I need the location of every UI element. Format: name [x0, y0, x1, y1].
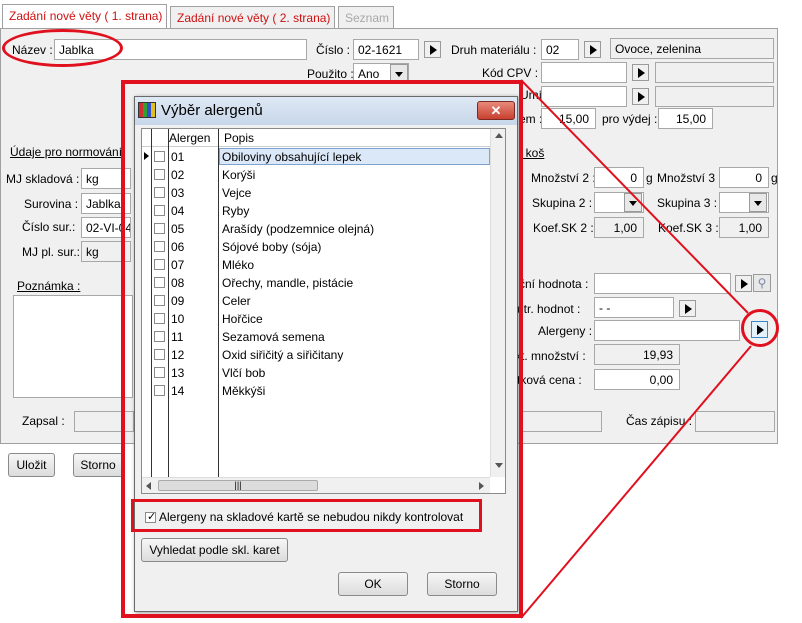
row-description: Ryby: [222, 204, 250, 218]
row-code: 10: [171, 312, 185, 326]
hscroll-thumb[interactable]: |||: [158, 480, 318, 491]
table-row[interactable]: 12 Oxid siřičitý a siřičitany: [142, 346, 490, 364]
table-row[interactable]: 11 Sezamová semena: [142, 328, 490, 346]
row-description: Vlčí bob: [222, 366, 266, 380]
col-popis-header[interactable]: Popis: [224, 131, 254, 145]
row-description: Sójové boby (sója): [222, 240, 322, 254]
row-code: 08: [171, 276, 185, 290]
table-row[interactable]: 06 Sójové boby (sója): [142, 238, 490, 256]
row-code: 09: [171, 294, 185, 308]
grid-header: Alergen Popis: [142, 129, 492, 147]
grid-indicator-divider: [151, 129, 152, 477]
row-description: Hořčice: [222, 312, 263, 326]
row-description: Korýši: [222, 168, 256, 182]
row-code: 14: [171, 384, 185, 398]
table-row[interactable]: 03 Vejce: [142, 184, 490, 202]
row-checkbox[interactable]: [154, 385, 165, 396]
table-row[interactable]: 09 Celer: [142, 292, 490, 310]
row-checkbox[interactable]: [154, 151, 165, 162]
alergeny-dialog: Výběr alergenů ✕ Alergen Popis 01 Obilovi…: [134, 96, 518, 612]
table-row[interactable]: 04 Ryby: [142, 202, 490, 220]
scroll-left-icon[interactable]: [146, 482, 151, 490]
grid-checkbox-divider: [168, 129, 169, 477]
row-checkbox[interactable]: [154, 205, 165, 216]
table-row[interactable]: 14 Měkkýši: [142, 382, 490, 400]
scroll-down-icon[interactable]: [495, 463, 503, 468]
row-checkbox[interactable]: [154, 331, 165, 342]
row-description: Mléko: [222, 258, 255, 272]
search-by-cards-button[interactable]: Vyhledat podle skl. karet: [141, 538, 288, 562]
row-description: Obiloviny obsahující lepek: [222, 150, 362, 164]
row-checkbox[interactable]: [154, 169, 165, 180]
row-code: 07: [171, 258, 185, 272]
app-icon: [138, 102, 156, 118]
row-description: Celer: [222, 294, 251, 308]
row-checkbox[interactable]: [154, 295, 165, 306]
row-checkbox[interactable]: [154, 223, 165, 234]
table-row[interactable]: 02 Korýši: [142, 166, 490, 184]
scroll-up-icon[interactable]: [495, 133, 503, 138]
dialog-storno-button[interactable]: Storno: [427, 572, 497, 596]
table-row[interactable]: 13 Vlčí bob: [142, 364, 490, 382]
close-icon[interactable]: ✕: [477, 101, 515, 120]
row-description: Oxid siřičitý a siřičitany: [222, 348, 344, 362]
dialog-title: Výběr alergenů: [161, 102, 263, 119]
row-checkbox[interactable]: [154, 187, 165, 198]
alergeny-grid[interactable]: Alergen Popis 01 Obiloviny obsahující lep…: [141, 128, 506, 494]
table-row[interactable]: 05 Arašídy (podzemnice olejná): [142, 220, 490, 238]
ok-button[interactable]: OK: [338, 572, 408, 596]
row-checkbox[interactable]: [154, 367, 165, 378]
row-checkbox[interactable]: [154, 277, 165, 288]
table-row[interactable]: 07 Mléko: [142, 256, 490, 274]
row-code: 03: [171, 186, 185, 200]
row-description: Arašídy (podzemnice olejná): [222, 222, 375, 236]
row-description: Měkkýši: [222, 384, 266, 398]
checkmark-icon: ✓: [147, 511, 157, 523]
grid-hscrollbar[interactable]: |||: [142, 477, 490, 493]
row-code: 13: [171, 366, 185, 380]
row-checkbox[interactable]: [154, 313, 165, 324]
row-checkbox[interactable]: [154, 349, 165, 360]
row-checkbox[interactable]: [154, 241, 165, 252]
row-code: 11: [171, 330, 184, 344]
row-code: 01: [171, 150, 185, 164]
table-row[interactable]: 01 Obiloviny obsahující lepek: [142, 148, 490, 166]
row-description: Sezamová semena: [222, 330, 325, 344]
never-check-label: Alergeny na skladové kartě se nebudou ni…: [159, 510, 464, 524]
row-code: 12: [171, 348, 185, 362]
row-checkbox[interactable]: [154, 259, 165, 270]
col-alergen-header[interactable]: Alergen: [169, 131, 210, 145]
scroll-right-icon[interactable]: [479, 482, 484, 490]
grid-col-divider: [218, 129, 219, 477]
dialog-titlebar[interactable]: Výběr alergenů ✕: [135, 97, 517, 125]
grid-vscrollbar[interactable]: [490, 129, 505, 477]
row-indicator-icon: [144, 152, 149, 160]
row-description: Ořechy, mandle, pistácie: [222, 276, 354, 290]
row-description: Vejce: [222, 186, 252, 200]
table-row[interactable]: 08 Ořechy, mandle, pistácie: [142, 274, 490, 292]
table-row[interactable]: 10 Hořčice: [142, 310, 490, 328]
row-code: 06: [171, 240, 185, 254]
row-code: 05: [171, 222, 185, 236]
row-code: 04: [171, 204, 185, 218]
never-check-checkbox[interactable]: ✓: [145, 511, 157, 523]
row-code: 02: [171, 168, 185, 182]
